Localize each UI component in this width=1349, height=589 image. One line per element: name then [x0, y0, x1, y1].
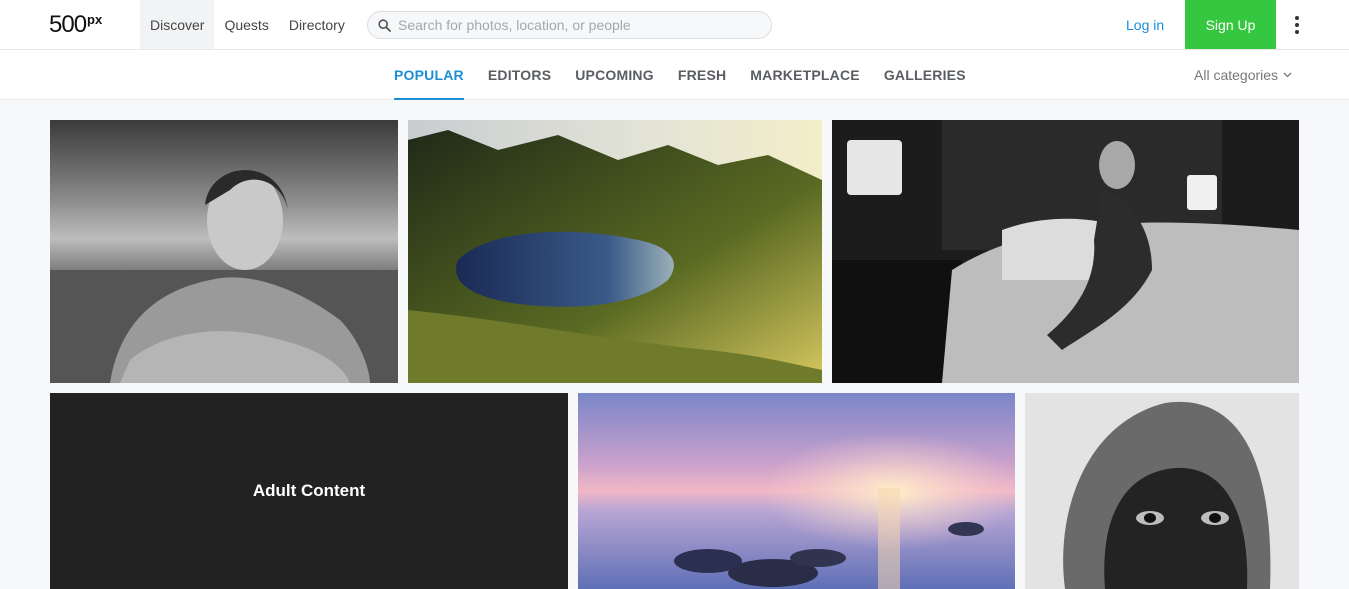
search-icon	[378, 18, 391, 32]
feed-tabs: POPULAR EDITORS UPCOMING FRESH MARKETPLA…	[382, 50, 978, 100]
mountain-lake-image	[408, 120, 822, 383]
tab-editors[interactable]: EDITORS	[476, 50, 563, 100]
dot	[1295, 30, 1299, 34]
beach-portrait-image	[50, 120, 398, 383]
nav-quests[interactable]: Quests	[214, 0, 278, 49]
categories-dropdown[interactable]: All categories	[1194, 50, 1292, 100]
signup-button[interactable]: Sign Up	[1185, 0, 1276, 49]
adult-content-label: Adult Content	[252, 481, 366, 500]
photo-tile-beach-portrait[interactable]	[50, 120, 398, 383]
tab-fresh[interactable]: FRESH	[666, 50, 738, 100]
chevron-down-icon	[1283, 72, 1292, 78]
photo-tile-sunset-sea[interactable]	[578, 393, 1015, 589]
logo-text: 500	[49, 11, 87, 38]
tab-popular[interactable]: POPULAR	[382, 50, 476, 100]
photo-tile-adult-content[interactable]: Adult Content	[50, 393, 568, 589]
categories-label: All categories	[1194, 67, 1279, 83]
top-bar: 500 px Discover Quests Directory Log in …	[0, 0, 1349, 50]
nav-discover[interactable]: Discover	[140, 0, 215, 49]
tab-galleries[interactable]: GALLERIES	[872, 50, 978, 100]
search-input[interactable]	[398, 17, 758, 33]
headscarf-portrait-image	[1025, 393, 1299, 589]
sunset-sea-image	[578, 393, 1015, 589]
vertical-ellipsis-icon[interactable]	[1288, 13, 1306, 37]
photo-tile-headscarf-portrait[interactable]	[1025, 393, 1299, 589]
nav-directory[interactable]: Directory	[279, 0, 355, 49]
search-box[interactable]	[367, 11, 772, 39]
main-nav: Discover Quests Directory	[140, 0, 355, 49]
dot	[1295, 23, 1299, 27]
site-logo[interactable]: 500 px	[49, 12, 102, 38]
dot	[1295, 16, 1299, 20]
tab-marketplace[interactable]: MARKETPLACE	[738, 50, 872, 100]
hotel-bed-image	[832, 120, 1299, 383]
photo-tile-hotel-bed[interactable]	[832, 120, 1299, 383]
photo-tile-mountain-lake[interactable]	[408, 120, 822, 383]
feed-tabs-bar: POPULAR EDITORS UPCOMING FRESH MARKETPLA…	[0, 50, 1349, 100]
login-link[interactable]: Log in	[1126, 0, 1164, 50]
tab-upcoming[interactable]: UPCOMING	[563, 50, 666, 100]
logo-superscript: px	[87, 12, 103, 27]
